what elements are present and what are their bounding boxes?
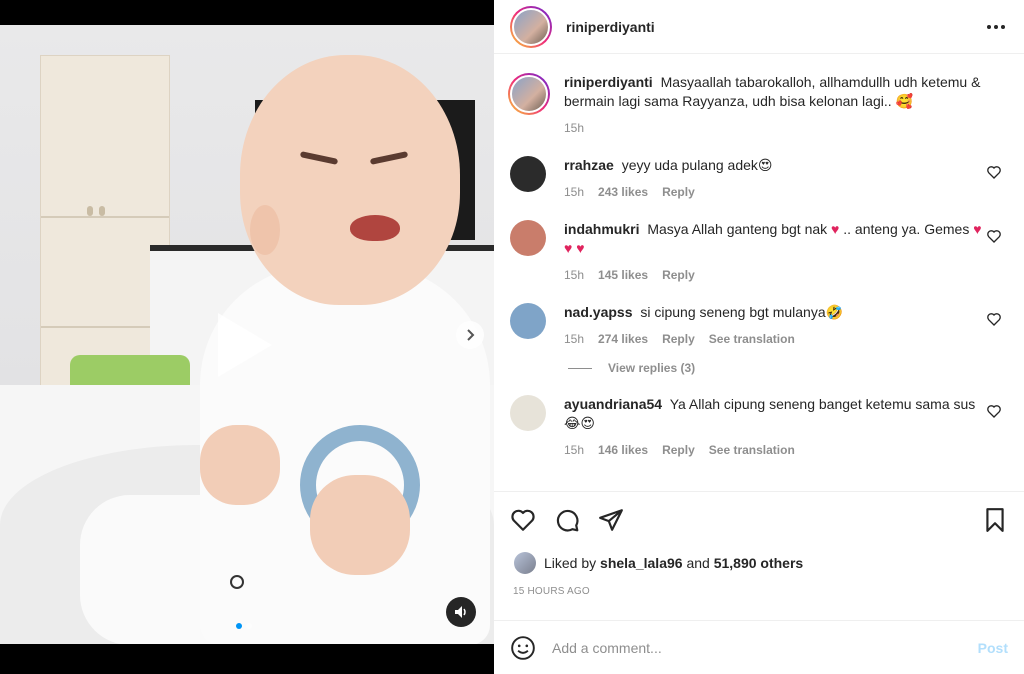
comment-likes[interactable]: 145 likes (598, 266, 648, 285)
avatar[interactable] (514, 552, 536, 574)
comment-icon[interactable] (554, 507, 580, 533)
speaker-icon (455, 606, 466, 618)
caption: riniperdiyanti Masyaallah tabarokalloh, … (508, 73, 1008, 138)
action-bar (494, 491, 1024, 547)
post-comment-button[interactable]: Post (978, 640, 1008, 656)
comment-item: nad.yapss si cipung seneng bgt mulanya🤣 … (510, 303, 1008, 349)
see-translation-button[interactable]: See translation (709, 441, 795, 460)
caption-username[interactable]: riniperdiyanti (564, 74, 653, 90)
avatar[interactable] (510, 395, 546, 431)
comment-likes[interactable]: 274 likes (598, 330, 648, 349)
next-slide-button[interactable] (456, 321, 484, 349)
comment-text: si cipung seneng bgt mulanya🤣 (640, 304, 844, 320)
like-heart-icon[interactable] (510, 507, 536, 533)
instagram-post-modal: riniperdiyanti riniperdiyanti Masyaallah… (0, 0, 1024, 674)
reply-button[interactable]: Reply (662, 441, 695, 460)
comment-username[interactable]: nad.yapss (564, 304, 632, 320)
comment-input[interactable] (552, 639, 932, 656)
comment-text: yeyy uda pulang adek😍 (621, 157, 773, 173)
play-icon[interactable] (186, 295, 286, 395)
tag-indicator[interactable] (230, 575, 244, 589)
comment-time: 15h (564, 443, 585, 457)
liked-by-user[interactable]: shela_lala96 (600, 555, 683, 571)
heart-icon[interactable] (986, 228, 1002, 244)
comment-username[interactable]: ayuandriana54 (564, 396, 662, 412)
avatar[interactable] (510, 5, 552, 48)
comment-text-mid: .. anteng ya. Gemes (839, 221, 974, 237)
post-timestamp: 15 HOURS AGO (513, 586, 590, 597)
comment-likes[interactable]: 243 likes (598, 183, 648, 202)
audio-toggle-button[interactable] (446, 597, 476, 627)
heart-icon[interactable] (986, 311, 1002, 327)
comments-list[interactable]: riniperdiyanti Masyaallah tabarokalloh, … (494, 55, 1024, 491)
post-header: riniperdiyanti (494, 0, 1024, 54)
chevron-right-icon (467, 329, 475, 341)
carousel-dot (246, 623, 252, 629)
comment-username[interactable]: indahmukri (564, 221, 639, 237)
reply-button[interactable]: Reply (662, 183, 695, 202)
see-translation-button[interactable]: See translation (709, 330, 795, 349)
carousel-dot-active (236, 623, 242, 629)
reply-button[interactable]: Reply (662, 330, 695, 349)
view-replies-button[interactable]: View replies (3) (568, 361, 1008, 375)
liked-by: Liked by shela_lala96 and 51,890 others (514, 552, 803, 574)
emoji-icon[interactable] (510, 635, 536, 661)
add-comment-bar: Post (494, 620, 1024, 674)
avatar[interactable] (510, 303, 546, 339)
comment-time: 15h (564, 185, 585, 199)
comment-item: indahmukri Masya Allah ganteng bgt nak ♥… (510, 220, 1008, 285)
comment-username[interactable]: rrahzae (564, 157, 614, 173)
avatar[interactable] (510, 156, 546, 192)
comment-item: rrahzae yeyy uda pulang adek😍 15h 243 li… (510, 156, 1008, 202)
carousel-dots (236, 623, 252, 629)
heart-icon[interactable] (986, 164, 1002, 180)
comment-likes[interactable]: 146 likes (598, 441, 648, 460)
caption-time: 15h (564, 121, 585, 135)
post-username[interactable]: riniperdiyanti (566, 19, 655, 35)
share-direct-icon[interactable] (598, 507, 624, 533)
comment-time: 15h (564, 332, 585, 346)
reply-button[interactable]: Reply (662, 266, 695, 285)
comment-item: ayuandriana54 Ya Allah cipung seneng ban… (510, 395, 1008, 460)
heart-icon[interactable] (986, 403, 1002, 419)
post-side-panel: riniperdiyanti riniperdiyanti Masyaallah… (494, 0, 1024, 674)
comment-time: 15h (564, 268, 585, 282)
avatar[interactable] (510, 220, 546, 256)
bookmark-icon[interactable] (982, 507, 1008, 533)
more-horizontal-icon[interactable] (984, 15, 1008, 39)
comment-text: Masya Allah ganteng bgt nak (647, 221, 832, 237)
avatar[interactable] (508, 73, 550, 115)
baby-face (240, 55, 460, 305)
post-media-video[interactable] (0, 25, 494, 644)
likes-count[interactable]: 51,890 others (714, 555, 804, 571)
